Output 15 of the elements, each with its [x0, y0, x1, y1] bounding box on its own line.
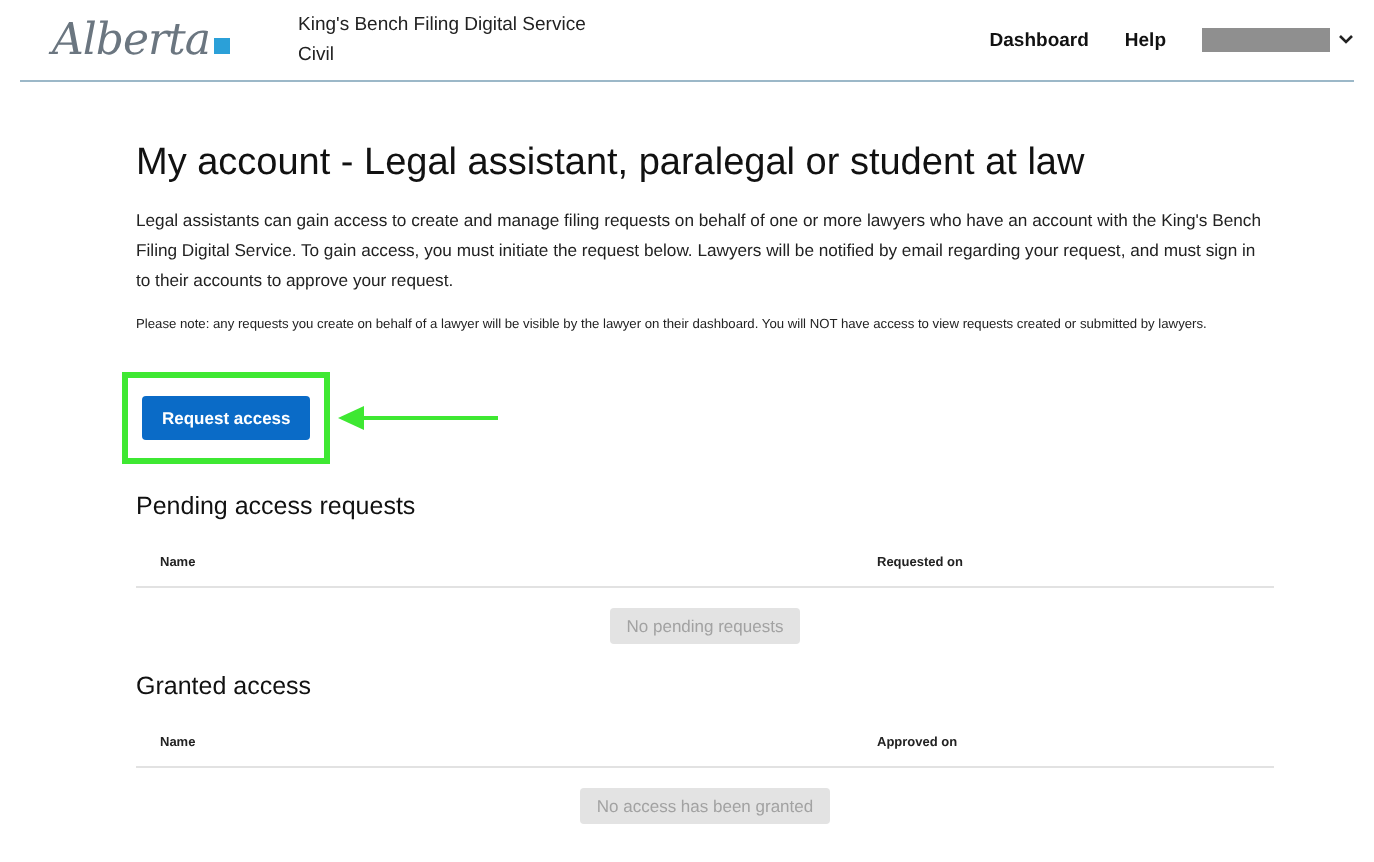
page-title: My account - Legal assistant, paralegal or student at law	[136, 142, 1087, 186]
nav-link[interactable]: Dashboard	[989, 29, 1089, 51]
section-title: Granted access	[136, 672, 314, 700]
chevron-down-icon	[1338, 34, 1354, 46]
arrow-icon	[338, 404, 499, 432]
alberta-logo: Alberta	[52, 15, 230, 65]
empty-message: No pending requests	[610, 608, 800, 644]
empty-message: No access has been granted	[580, 788, 830, 824]
user-menu[interactable]	[1202, 28, 1354, 52]
section-title: Pending access requests	[136, 492, 418, 520]
service-name: King's Bench Filing Digital Service	[298, 12, 586, 40]
nav-link[interactable]: Help	[1124, 29, 1166, 51]
request-access-button[interactable]: Request access	[142, 396, 311, 440]
service-area: Civil	[298, 40, 586, 70]
intro-text: Legal assistants can gain access to create and manage filing requests on behalf of one or more lawyers who have an account with the King's Bench Filing Digital Service. To gain access, you must initiate the request below. Lawyers will be notified by email regarding your request, and must sign in to their accounts to approve your request.	[136, 208, 1263, 294]
